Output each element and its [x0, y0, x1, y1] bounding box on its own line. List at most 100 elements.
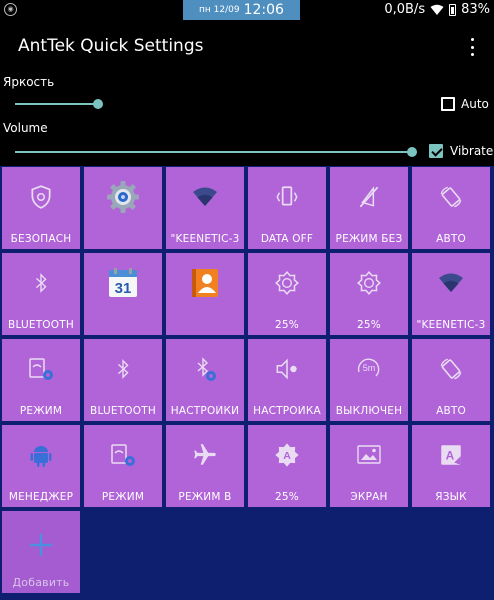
tile-label: РЕЖИМ БЕЗ: [335, 233, 403, 245]
app-bar: AntTek Quick Settings: [0, 20, 494, 72]
auto-rotate-icon: [412, 167, 490, 227]
tile-timeout[interactable]: 5m ВЫКЛЮЧЕН: [330, 339, 408, 421]
settings-gear-icon: [84, 167, 162, 227]
language-icon: A: [412, 425, 490, 485]
calendar-icon: 31: [84, 253, 162, 313]
volume-track: [15, 151, 412, 153]
tile-label: ЭКРАН: [350, 491, 388, 503]
tile-label: "KEENETIC-3: [416, 319, 486, 331]
tile-label: BLUETOOTH: [90, 405, 156, 417]
battery-icon: [449, 3, 457, 16]
volume-thumb[interactable]: [407, 147, 417, 157]
svg-text:5m: 5m: [363, 363, 376, 373]
tile-wireless-settings[interactable]: РЕЖИМ: [84, 425, 162, 507]
tile-android[interactable]: МЕНЕДЖЕР: [2, 425, 80, 507]
volume-label: Volume: [3, 121, 48, 135]
tile-label: МЕНЕДЖЕР: [8, 491, 74, 503]
tile-volume[interactable]: НАСТРОЙКА: [248, 339, 326, 421]
app-root: ◉ пн 12/09 12:06 0,0B/s 83% AntTek Quick…: [0, 0, 494, 600]
airplane-icon: [166, 425, 244, 485]
android-icon: [2, 425, 80, 485]
volume-slider[interactable]: [15, 144, 417, 160]
app-title: AntTek Quick Settings: [18, 36, 204, 56]
brightness-slider[interactable]: [15, 96, 417, 112]
bluetooth-icon: [84, 339, 162, 399]
tile-label: РЕЖИМ В: [178, 491, 232, 503]
tile-label: "KEENETIC-3: [170, 233, 240, 245]
svg-text:A: A: [446, 448, 455, 462]
tile-label: НАСТРОЙКА: [253, 405, 321, 417]
volume-icon: [248, 339, 326, 399]
overflow-menu-icon[interactable]: [466, 38, 478, 56]
tile-label: ЯЗЫК: [435, 491, 467, 503]
add-icon: [2, 515, 80, 575]
tile-auto-rotate[interactable]: АВТО: [412, 167, 490, 249]
brightness-icon: [248, 253, 326, 313]
tile-mute[interactable]: РЕЖИМ БЕЗ: [330, 167, 408, 249]
mute-icon: [330, 167, 408, 227]
tile-calendar[interactable]: 31: [84, 253, 162, 335]
tile-auto-brightness[interactable]: A 25%: [248, 425, 326, 507]
wifi-icon: [166, 167, 244, 227]
network-speed: 0,0B/s: [384, 2, 426, 17]
tile-shield[interactable]: БЕЗОПАСН: [2, 167, 80, 249]
svg-text:31: 31: [115, 280, 132, 297]
tile-bluetooth[interactable]: BLUETOOTH: [84, 339, 162, 421]
tile-label: ВЫКЛЮЧЕН: [335, 405, 403, 417]
tile-label: НАСТРОЙКИ: [170, 405, 240, 417]
tile-auto-rotate[interactable]: АВТО: [412, 339, 490, 421]
tile-label: РЕЖИМ: [19, 405, 63, 417]
wifi-icon: [412, 253, 490, 313]
status-indicators: 0,0B/s 83%: [384, 2, 490, 17]
tile-label: 25%: [357, 319, 381, 331]
status-time: 12:06: [243, 2, 284, 18]
tile-add[interactable]: Добавить: [2, 511, 80, 593]
bluetooth-settings-icon: [166, 339, 244, 399]
tile-bluetooth[interactable]: BLUETOOTH: [2, 253, 80, 335]
brightness-track: [15, 103, 98, 105]
tile-wireless-settings[interactable]: РЕЖИМ: [2, 339, 80, 421]
auto-rotate-icon: [412, 339, 490, 399]
battery-level: 83%: [461, 2, 490, 17]
tile-wifi[interactable]: "KEENETIC-3: [412, 253, 490, 335]
wireless-settings-icon: [2, 339, 80, 399]
wifi-signal-icon: [430, 4, 444, 15]
tile-label: Добавить: [12, 576, 70, 589]
auto-brightness-icon: A: [248, 425, 326, 485]
tile-brightness[interactable]: 25%: [248, 253, 326, 335]
tile-language[interactable]: A ЯЗЫК: [412, 425, 490, 507]
tile-label: BLUETOOTH: [8, 319, 74, 331]
tile-wallpaper[interactable]: ЭКРАН: [330, 425, 408, 507]
tile-label: АВТО: [436, 233, 466, 245]
contacts-icon: [166, 253, 244, 313]
tile-label: 25%: [275, 491, 299, 503]
vibrate-label: Vibrate: [450, 144, 494, 158]
auto-brightness-label: Auto: [461, 97, 489, 111]
brightness-label: Яркость: [3, 75, 55, 89]
status-clock: пн 12/09 12:06: [183, 0, 300, 20]
controls-panel: Яркость Auto Volume Vibrate: [0, 72, 494, 166]
brightness-thumb[interactable]: [93, 99, 103, 109]
tile-mobile-data[interactable]: DATA OFF: [248, 167, 326, 249]
shield-icon: [2, 167, 80, 227]
brightness-icon: [330, 253, 408, 313]
tile-bluetooth-settings[interactable]: НАСТРОЙКИ: [166, 339, 244, 421]
vibrate-checkbox[interactable]: [429, 144, 443, 158]
tile-airplane[interactable]: РЕЖИМ В: [166, 425, 244, 507]
svg-text:A: A: [283, 450, 291, 462]
tile-settings-gear[interactable]: [84, 167, 162, 249]
bluetooth-icon: [2, 253, 80, 313]
wallpaper-icon: [330, 425, 408, 485]
mobile-data-icon: [248, 167, 326, 227]
tile-label: DATA OFF: [260, 233, 314, 245]
tile-label: 25%: [275, 319, 299, 331]
tile-label: АВТО: [436, 405, 466, 417]
tile-label: БЕЗОПАСН: [10, 233, 72, 245]
tile-wifi[interactable]: "KEENETIC-3: [166, 167, 244, 249]
timeout-icon: 5m: [330, 339, 408, 399]
tile-brightness[interactable]: 25%: [330, 253, 408, 335]
notification-icon: ◉: [4, 3, 17, 16]
tile-contacts[interactable]: [166, 253, 244, 335]
auto-brightness-checkbox[interactable]: [441, 97, 455, 111]
status-date: пн 12/09: [199, 5, 240, 15]
